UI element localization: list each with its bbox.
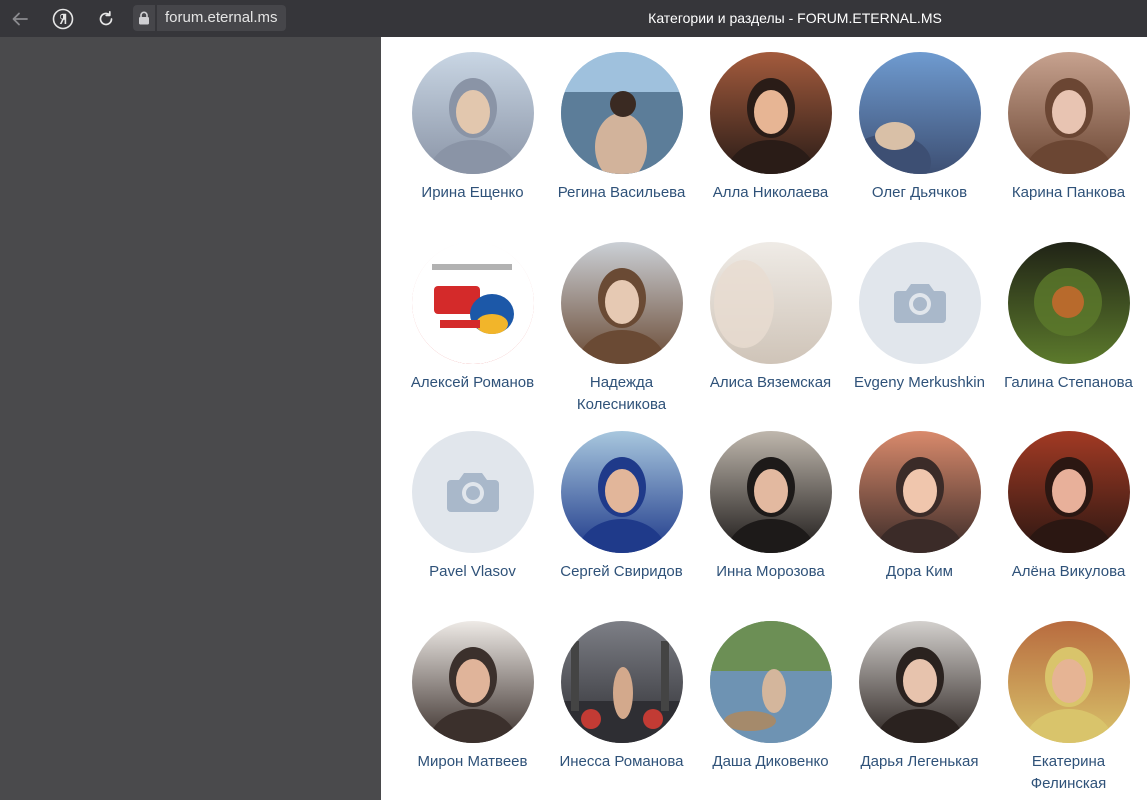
avatar[interactable] xyxy=(560,52,683,174)
friend-name-link[interactable]: Олег Дьячков xyxy=(845,182,994,204)
friend-card[interactable]: Алла Николаева xyxy=(696,52,845,204)
friend-card[interactable]: Даша Диковенко xyxy=(696,621,845,773)
browser-toolbar: forum.eternal.ms Категории и разделы - F… xyxy=(0,0,1147,37)
friend-card[interactable]: Мирон Матвеев xyxy=(398,621,547,773)
avatar[interactable] xyxy=(560,621,683,743)
avatar[interactable] xyxy=(858,52,981,174)
lock-icon[interactable] xyxy=(133,5,155,31)
avatar[interactable] xyxy=(709,52,832,174)
avatar[interactable] xyxy=(709,242,832,364)
camera-placeholder-icon[interactable] xyxy=(411,431,534,553)
friend-name-link[interactable]: Даша Диковенко xyxy=(696,751,845,773)
friend-name-link[interactable]: Екатерина Фелинская xyxy=(994,751,1143,794)
left-panel xyxy=(0,37,381,800)
friend-name-link[interactable]: Алиса Вяземская xyxy=(696,372,845,394)
friend-name-link[interactable]: Дарья Легенькая xyxy=(845,751,994,773)
friend-name-link[interactable]: Регина Васильева xyxy=(547,182,696,204)
friend-name-link[interactable]: Evgeny Merkushkin xyxy=(845,372,994,394)
avatar[interactable] xyxy=(411,621,534,743)
friend-name-link[interactable]: Алексей Романов xyxy=(398,372,547,394)
address-bar[interactable]: forum.eternal.ms xyxy=(133,5,286,31)
reload-icon[interactable] xyxy=(93,6,119,32)
friend-card[interactable]: Регина Васильева xyxy=(547,52,696,204)
avatar[interactable] xyxy=(858,431,981,553)
url-text[interactable]: forum.eternal.ms xyxy=(157,5,286,31)
friend-name-link[interactable]: Мирон Матвеев xyxy=(398,751,547,773)
friend-name-link[interactable]: Ирина Ещенко xyxy=(398,182,547,204)
friend-card[interactable]: Екатерина Фелинская xyxy=(994,621,1143,794)
friend-card[interactable]: Галина Степанова xyxy=(994,242,1143,394)
yandex-logo-icon[interactable] xyxy=(50,6,76,32)
avatar[interactable] xyxy=(709,431,832,553)
avatar[interactable] xyxy=(858,621,981,743)
avatar[interactable] xyxy=(560,431,683,553)
friends-panel: Ирина Ещенко Регина Васильева Алла Николае… xyxy=(381,37,1147,800)
friend-name-link[interactable]: Алёна Викулова xyxy=(994,561,1143,583)
friend-card[interactable]: Алёна Викулова xyxy=(994,431,1143,583)
friend-card[interactable]: Дора Ким xyxy=(845,431,994,583)
friend-card[interactable]: Ирина Ещенко xyxy=(398,52,547,204)
friend-name-link[interactable]: Карина Панкова xyxy=(994,182,1143,204)
friend-card[interactable]: Надежда Колесникова xyxy=(547,242,696,415)
friend-card[interactable]: Алексей Романов xyxy=(398,242,547,394)
friend-card[interactable]: Сергей Свиридов xyxy=(547,431,696,583)
avatar[interactable] xyxy=(411,52,534,174)
friend-card[interactable]: Карина Панкова xyxy=(994,52,1143,204)
avatar[interactable] xyxy=(1007,621,1130,743)
page-title: Категории и разделы - FORUM.ETERNAL.MS xyxy=(648,10,942,26)
back-arrow-icon[interactable] xyxy=(7,6,33,32)
friend-name-link[interactable]: Алла Николаева xyxy=(696,182,845,204)
friend-card[interactable]: Pavel Vlasov xyxy=(398,431,547,583)
friend-card[interactable]: Инна Морозова xyxy=(696,431,845,583)
friend-name-link[interactable]: Дора Ким xyxy=(845,561,994,583)
friend-name-link[interactable]: Галина Степанова xyxy=(994,372,1143,394)
avatar[interactable] xyxy=(411,242,534,364)
avatar[interactable] xyxy=(560,242,683,364)
friend-name-link[interactable]: Сергей Свиридов xyxy=(547,561,696,583)
friend-name-link[interactable]: Надежда Колесникова xyxy=(547,372,696,415)
avatar[interactable] xyxy=(1007,242,1130,364)
friend-card[interactable]: Evgeny Merkushkin xyxy=(845,242,994,394)
friend-name-link[interactable]: Pavel Vlasov xyxy=(398,561,547,583)
friend-card[interactable]: Инесса Романова xyxy=(547,621,696,773)
camera-placeholder-icon[interactable] xyxy=(858,242,981,364)
friend-card[interactable]: Алиса Вяземская xyxy=(696,242,845,394)
friend-name-link[interactable]: Инна Морозова xyxy=(696,561,845,583)
friend-card[interactable]: Дарья Легенькая xyxy=(845,621,994,773)
avatar[interactable] xyxy=(1007,52,1130,174)
friend-name-link[interactable]: Инесса Романова xyxy=(547,751,696,773)
friend-card[interactable]: Олег Дьячков xyxy=(845,52,994,204)
avatar[interactable] xyxy=(709,621,832,743)
avatar[interactable] xyxy=(1007,431,1130,553)
